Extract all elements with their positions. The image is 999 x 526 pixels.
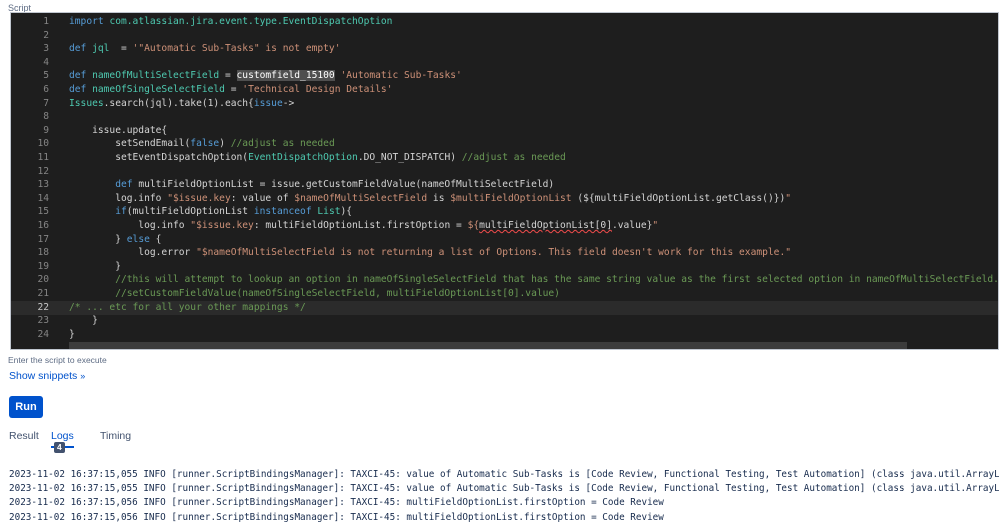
code-text: log.info "$issue.key: value of $nameOfMu… [69,192,792,204]
show-snippets-label: Show snippets [9,370,78,382]
code-line[interactable]: 10 setSendEmail(false) //adjust as neede… [11,137,998,151]
code-text: if(multiFieldOptionList instanceof List)… [69,206,353,218]
code-text: issue.update{ [69,124,168,136]
code-editor[interactable]: 1 import com.atlassian.jira.event.type.Ev… [10,12,999,350]
line-number: 17 [37,233,49,245]
code-line[interactable]: 14 log.info "$issue.key: value of $nameO… [11,192,998,206]
code-line[interactable]: 17 } else { [11,233,998,247]
line-number: 12 [37,165,49,177]
code-line[interactable]: 21 //setCustomFieldValue(nameOfSingleSel… [11,287,998,301]
tab-timing[interactable]: Timing [100,430,131,446]
line-number: 8 [43,111,49,123]
code-text: } else { [69,233,162,245]
code-text: def jql = '"Automatic Sub-Tasks" is not … [69,43,341,55]
line-number: 22 [37,301,49,313]
code-text: /* ... etc for all your other mappings *… [69,301,306,313]
line-number: 15 [37,206,49,218]
code-text: } [69,260,121,272]
line-number: 16 [37,220,49,231]
code-line[interactable]: 15 if(multiFieldOptionList instanceof Li… [11,205,998,219]
code-line[interactable]: 16 log.info "$issue.key: multiFieldOptio… [11,219,998,233]
line-number: 13 [37,179,49,191]
code-line[interactable]: 3 def jql = '"Automatic Sub-Tasks" is not… [11,42,998,56]
logs-count-badge: 4 [54,442,65,453]
line-number: 18 [37,247,49,259]
code-line[interactable]: 11 setEventDispatchOption(EventDispatchO… [11,151,998,165]
code-line[interactable]: 19 } [11,260,998,274]
log-line: 2023-11-02 16:37:15,055 INFO [runner.Scr… [9,469,999,480]
code-text: //this will attempt to lookup an option … [69,274,999,286]
code-text: def nameOfMultiSelectField = customfield… [69,70,462,82]
double-chevron-down-icon: » [80,371,86,381]
line-number: 3 [43,43,49,55]
code-text: setSendEmail(false) //adjust as needed [69,138,335,150]
code-text: log.error "$nameOfMultiSelectField is no… [69,247,792,259]
line-number: 4 [43,56,49,68]
code-text: } [69,315,98,327]
run-button[interactable]: Run [9,396,43,418]
code-line[interactable]: 5 def nameOfMultiSelectField = customfiel… [11,69,998,83]
code-text: //setCustomFieldValue(nameOfSingleSelect… [69,288,560,299]
code-text: log.info "$issue.key: multiFieldOptionLi… [69,220,659,231]
code-line[interactable]: 12 [11,165,998,179]
line-number: 19 [37,260,49,272]
line-number: 7 [43,97,49,109]
code-line[interactable]: 6 def nameOfSingleSelectField = 'Technica… [11,83,998,97]
code-line[interactable]: 9 issue.update{ [11,124,998,138]
editor-helper-text: Enter the script to execute [8,355,107,365]
line-number: 6 [43,84,49,95]
line-number: 21 [37,288,49,299]
code-line[interactable]: 24} [11,328,998,342]
log-line: 2023-11-02 16:37:15,056 INFO [runner.Scr… [9,511,664,523]
code-line[interactable]: 13 def multiFieldOptionList = issue.getC… [11,178,998,192]
log-line: 2023-11-02 16:37:15,055 INFO [runner.Scr… [9,483,999,495]
line-number: 10 [37,138,49,150]
line-number: 9 [43,124,49,136]
log-output: 2023-11-02 16:37:15,055 INFO [runner.Scr… [9,468,999,525]
tab-logs[interactable]: Logs4 [51,430,74,453]
code-text: } [69,328,75,340]
code-line[interactable]: 20 //this will attempt to lookup an opti… [11,273,998,287]
line-number: 24 [37,328,49,340]
tab-result[interactable]: Result [9,430,39,446]
line-number: 2 [43,29,49,41]
code-line[interactable]: 2 [11,29,998,43]
code-text: Issues.search(jql).take(1).each{issue-> [69,97,295,109]
line-number: 11 [37,152,49,163]
line-number: 20 [37,274,49,286]
show-snippets-toggle[interactable]: Show snippets» [9,370,85,382]
tab-logs-label: Logs [51,430,74,442]
code-line[interactable]: 1 import com.atlassian.jira.event.type.Ev… [11,15,998,29]
horizontal-scrollbar[interactable] [69,342,907,349]
line-number: 5 [43,70,49,82]
code-line[interactable]: 4 [11,56,998,70]
code-line[interactable]: 23 } [11,314,998,328]
code-line[interactable]: 7 Issues.search(jql).take(1).each{issue-> [11,97,998,111]
code-line[interactable]: 22 /* ... etc for all your other mappings… [11,300,998,315]
code-line[interactable]: 18 log.error "$nameOfMultiSelectField is… [11,246,998,260]
code-line[interactable]: 8 [11,110,998,124]
code-text: import com.atlassian.jira.event.type.Eve… [69,16,393,27]
line-number: 14 [37,192,49,204]
log-line: 2023-11-02 16:37:15,056 INFO [runner.Scr… [9,497,664,509]
code-text: def nameOfSingleSelectField = 'Technical… [69,84,393,95]
code-text: setEventDispatchOption(EventDispatchOpti… [69,152,566,163]
line-number: 1 [43,16,49,27]
line-number: 23 [37,315,49,327]
code-text: def multiFieldOptionList = issue.getCust… [69,179,555,191]
